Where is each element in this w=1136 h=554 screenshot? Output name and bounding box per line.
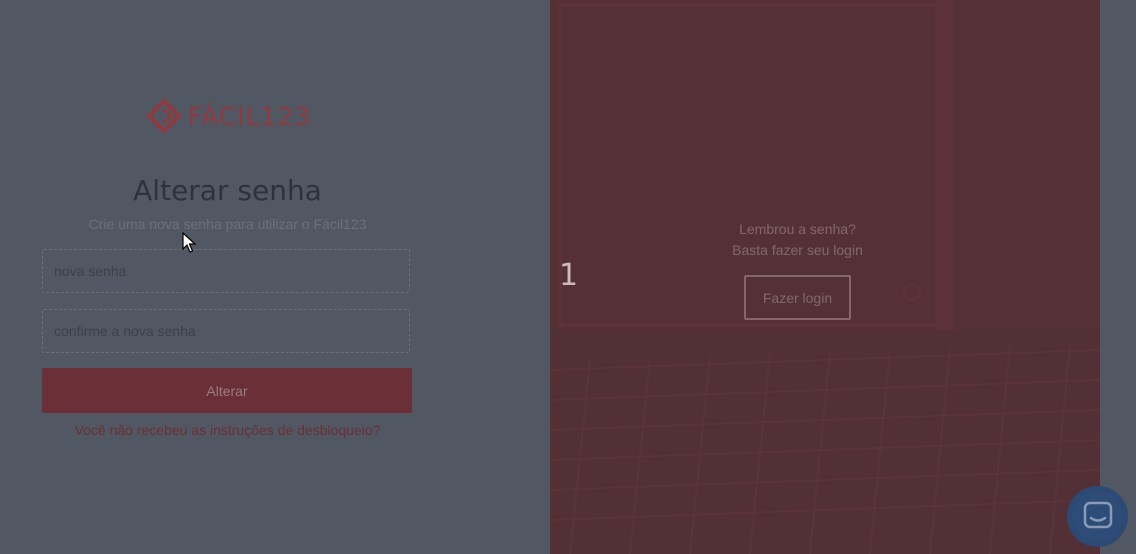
confirm-password-input[interactable] — [43, 310, 409, 352]
new-password-field[interactable] — [42, 249, 410, 293]
logo-text: FÁCIL123 — [188, 101, 312, 131]
slide-number: 1 — [559, 258, 579, 293]
chat-widget-button[interactable] — [1067, 486, 1128, 547]
change-password-button[interactable]: Alterar — [42, 368, 412, 413]
page-subtitle: Crie uma nova senha para utilizar o Fáci… — [88, 216, 367, 232]
page-title: Alterar senha — [133, 174, 322, 207]
new-password-input[interactable] — [43, 250, 409, 292]
overlay-strip — [1100, 0, 1136, 554]
login-prompt-panel: 1 Lembrou a senha? Basta fazer seu login… — [550, 0, 1100, 554]
brand-logo: FÁCIL123 — [146, 97, 316, 135]
diamond-logo-icon — [146, 98, 182, 134]
chat-bubble-icon — [1083, 501, 1113, 529]
remember-line-2: Basta fazer seu login — [732, 242, 863, 258]
remember-line-1: Lembrou a senha? — [739, 221, 856, 237]
login-button[interactable]: Fazer login — [744, 275, 851, 320]
confirm-password-field[interactable] — [42, 309, 410, 353]
resend-instructions-link[interactable]: Você não recebeu as instruções de desblo… — [0, 422, 455, 438]
password-form-panel: FÁCIL123 Alterar senha Crie uma nova sen… — [0, 0, 550, 554]
remember-password-text: Lembrou a senha? Basta fazer seu login — [680, 219, 915, 261]
mouse-cursor-icon — [182, 232, 196, 253]
